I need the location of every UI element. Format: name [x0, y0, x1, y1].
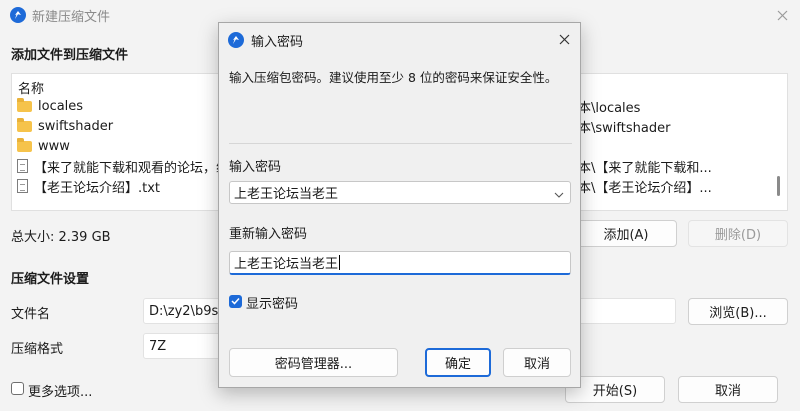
confirm-password-value: 上老王论坛当老王 [234, 257, 339, 272]
folder-icon [17, 97, 32, 112]
document-icon [17, 179, 28, 193]
delete-button[interactable]: 删除(D) [688, 220, 788, 247]
cancel-button[interactable]: 取消 [678, 376, 778, 403]
file-name: www [38, 138, 70, 154]
confirm-password-label: 重新输入密码 [229, 227, 308, 242]
chevron-down-icon[interactable] [554, 188, 564, 203]
show-password-checkbox[interactable] [229, 294, 242, 309]
file-path: 本\swiftshader [578, 120, 671, 136]
dialog-logo-icon [228, 32, 244, 48]
show-password-label[interactable]: 显示密码 [246, 293, 298, 312]
file-name: 【老王论坛介绍】.txt [34, 180, 161, 196]
more-options-checkbox[interactable] [11, 382, 24, 395]
file-path: 本\【老王论坛介绍】... [578, 180, 712, 196]
scrollbar-thumb[interactable] [777, 176, 780, 196]
filename-value: D:\zy2\b9sh [149, 303, 227, 319]
filename-label: 文件名 [11, 307, 51, 322]
file-name: 【来了就能下载和观看的论坛，纯 [34, 160, 230, 176]
list-item[interactable]: 【来了就能下载和观看的论坛，纯 [17, 156, 229, 176]
more-options-label[interactable]: 更多选项... [28, 381, 92, 400]
list-item[interactable]: locales [17, 96, 83, 116]
password-combobox[interactable]: 上老王论坛当老王 [229, 181, 571, 204]
format-value: 7Z [149, 338, 167, 354]
folder-icon [17, 137, 32, 152]
confirm-password-field[interactable]: 上老王论坛当老王 [229, 251, 571, 275]
folder-icon [17, 117, 32, 132]
file-path: 本\【来了就能下载和... [578, 160, 712, 176]
divider [229, 143, 572, 144]
file-name: locales [38, 98, 84, 114]
settings-section-title: 压缩文件设置 [11, 272, 90, 287]
list-item[interactable]: swiftshader [17, 116, 113, 136]
dialog-description: 输入压缩包密码。建议使用至少 8 位的密码来保证安全性。 [229, 70, 558, 85]
total-size: 总大小: 2.39 GB [11, 230, 111, 245]
dialog-title: 输入密码 [251, 35, 304, 50]
password-manager-button[interactable]: 密码管理器... [229, 348, 398, 377]
window-close-icon[interactable] [772, 5, 792, 25]
password-dialog: 输入密码 输入压缩包密码。建议使用至少 8 位的密码来保证安全性。 输入密码 上… [218, 22, 581, 388]
add-button[interactable]: 添加(A) [575, 220, 677, 247]
password-label: 输入密码 [229, 160, 282, 175]
ok-button[interactable]: 确定 [425, 348, 491, 377]
window-title: 新建压缩文件 [32, 10, 111, 25]
text-cursor [339, 255, 341, 270]
dialog-close-icon[interactable] [555, 30, 573, 48]
column-header-name[interactable]: 名称 [18, 78, 44, 97]
password-value: 上老王论坛当老王 [234, 187, 339, 202]
list-item[interactable]: www [17, 136, 70, 156]
format-label: 压缩格式 [11, 342, 64, 357]
browse-button[interactable]: 浏览(B)... [688, 298, 788, 325]
add-files-section-title: 添加文件到压缩文件 [11, 48, 129, 63]
file-path: 本\locales [578, 100, 641, 116]
dialog-cancel-button[interactable]: 取消 [503, 348, 571, 377]
list-item[interactable]: 【老王论坛介绍】.txt [17, 176, 160, 196]
app-logo-icon [10, 7, 26, 23]
file-name: swiftshader [38, 118, 114, 134]
document-icon [17, 159, 28, 173]
checkbox-checked-icon [229, 294, 242, 308]
